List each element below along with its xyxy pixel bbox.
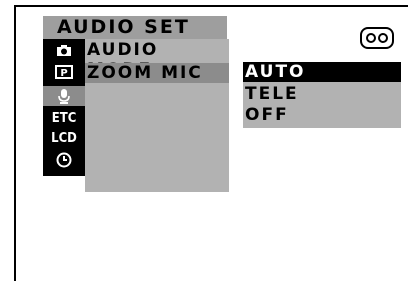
microphone-icon[interactable] [43, 86, 85, 106]
playback-icon[interactable]: P [43, 62, 85, 81]
menu-title: AUDIO SET [43, 16, 227, 39]
clock-icon[interactable] [43, 150, 85, 169]
etc-icon[interactable]: ETC [43, 109, 85, 128]
option-tele[interactable]: TELE [243, 84, 401, 104]
menu-item-zoom-mic[interactable]: ZOOM MIC [85, 63, 229, 83]
menu-sidebar: P ETC LCD [43, 39, 85, 176]
lcd-icon[interactable]: LCD [43, 129, 85, 148]
svg-text:P: P [60, 68, 67, 79]
menu-list: AUDIO MODE ZOOM MIC [85, 39, 229, 192]
option-off[interactable]: OFF [243, 105, 401, 125]
option-auto[interactable]: AUTO [243, 62, 401, 82]
submenu-options: AUTO TELE OFF [243, 62, 401, 128]
menu-item-audio-mode[interactable]: AUDIO MODE [85, 40, 229, 80]
cassette-icon [360, 27, 394, 49]
camera-icon[interactable] [43, 41, 85, 60]
